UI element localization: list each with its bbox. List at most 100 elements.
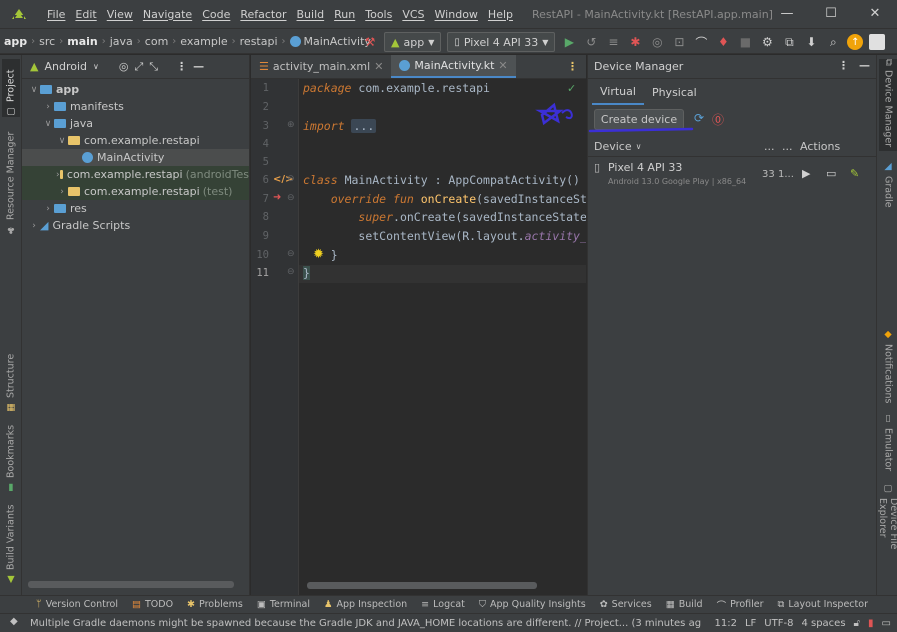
menu-file[interactable]: File	[42, 8, 70, 21]
event-log-icon[interactable]: ▭	[882, 618, 891, 629]
project-horizontal-scrollbar[interactable]	[28, 581, 234, 588]
breadcrumb-main[interactable]: main	[67, 35, 98, 48]
breadcrumb-example[interactable]: example	[180, 35, 227, 48]
menu-help[interactable]: Help	[483, 8, 518, 21]
tab-mainactivity-kt[interactable]: MainActivity.kt ✕	[391, 55, 516, 78]
options-icon[interactable]: ⋮	[176, 60, 187, 73]
tab-activity-main-xml[interactable]: ☰ activity_main.xml ✕	[251, 55, 391, 78]
breadcrumb-mainactivity[interactable]: MainActivity	[304, 35, 371, 48]
help-icon[interactable]: ⓪	[712, 111, 724, 128]
maximize-button[interactable]: ☐	[809, 0, 853, 28]
chevron-right-icon[interactable]: ›	[42, 102, 54, 112]
device-explorer-icon[interactable]: ▭	[826, 167, 836, 180]
hide-panel-icon[interactable]: —	[859, 59, 870, 72]
tool-layout-inspector[interactable]: ⧉ Layout Inspector	[778, 599, 868, 610]
tool-profiler[interactable]: ⌒ Profiler	[717, 598, 764, 612]
fold-icon[interactable]: ⊖	[287, 267, 295, 277]
menu-window[interactable]: Window	[430, 8, 483, 21]
apply-code-changes-icon[interactable]: ≡	[605, 34, 621, 50]
tool-app-inspection[interactable]: ♟ App Inspection	[324, 599, 407, 610]
tree-item-mainactivity[interactable]: MainActivity	[22, 149, 249, 166]
menu-navigate[interactable]: Navigate	[138, 8, 197, 21]
device-row[interactable]: ▯ Pixel 4 API 33 Android 13.0 Google Pla…	[588, 159, 877, 191]
update-icon[interactable]: ↑	[847, 34, 864, 50]
stripe-gradle-tab[interactable]: ◢ Gradle	[879, 161, 897, 213]
stripe-build-variants-tab[interactable]: ▲ Build Variants	[2, 501, 20, 585]
code-editor[interactable]: 1 2 3 4 5 6 7 8 9 10 11 </> ➜ ⊕ ⊖ ⊖ ⊖ ⊖ …	[251, 79, 586, 595]
tree-item-res[interactable]: › res	[22, 200, 249, 217]
close-icon[interactable]: ✕	[374, 60, 383, 73]
run-config-select[interactable]: ▲ app ▼	[384, 32, 442, 52]
fold-icon[interactable]: ⊕	[287, 120, 295, 130]
account-icon[interactable]	[869, 34, 886, 50]
attach-debugger-icon[interactable]: ⊡	[671, 34, 687, 50]
breadcrumb-src[interactable]: src	[39, 35, 55, 48]
fold-icon[interactable]: ⊖	[287, 249, 295, 259]
coverage-icon[interactable]: ◎	[649, 34, 665, 50]
chevron-right-icon[interactable]: ›	[56, 187, 68, 197]
hide-panel-icon[interactable]: —	[193, 60, 204, 73]
tool-version-control[interactable]: ᛘ Version Control	[36, 599, 118, 610]
sdk-manager-icon[interactable]: ⬇	[803, 34, 819, 50]
chevron-down-icon[interactable]: ∨	[42, 119, 54, 129]
tool-logcat[interactable]: ≡ Logcat	[421, 599, 465, 610]
menu-build[interactable]: Build	[292, 8, 330, 21]
menu-view[interactable]: View	[102, 8, 138, 21]
tool-app-quality-insights[interactable]: ⛉ App Quality Insights	[479, 599, 586, 610]
fold-icon[interactable]: ⊖	[287, 193, 295, 203]
options-icon[interactable]: ⋮	[838, 59, 849, 72]
device-manager-icon[interactable]: ⧉	[781, 34, 797, 50]
tree-item-package-test[interactable]: › com.example.restapi (test)	[22, 183, 249, 200]
launch-device-icon[interactable]: ▶	[802, 167, 810, 180]
column-header-api[interactable]: ...	[764, 140, 775, 153]
stripe-notifications-tab[interactable]: ◆ Notifications	[879, 329, 897, 403]
minimize-button[interactable]: —	[765, 0, 809, 28]
menu-tools[interactable]: Tools	[360, 8, 397, 21]
apply-changes-icon[interactable]: ↺	[583, 34, 599, 50]
search-icon[interactable]: ⌕	[825, 34, 841, 50]
breadcrumb-restapi[interactable]: restapi	[240, 35, 278, 48]
fold-icon[interactable]: ⊖	[287, 174, 295, 184]
stripe-device-manager-tab[interactable]: ⧉ Device Manager	[879, 59, 897, 151]
line-separator[interactable]: LF	[745, 618, 756, 629]
close-window-button[interactable]: ✕	[853, 0, 897, 28]
tree-item-gradle-scripts[interactable]: › ◢ Gradle Scripts	[22, 217, 249, 234]
gradle-sync-icon[interactable]: ⚙	[759, 34, 775, 50]
override-icon[interactable]: ➜	[273, 192, 281, 203]
tree-item-package[interactable]: ∨ com.example.restapi	[22, 132, 249, 149]
tree-item-manifests[interactable]: › manifests	[22, 98, 249, 115]
chevron-down-icon[interactable]: ∨	[93, 62, 99, 71]
stop-icon[interactable]: ■	[737, 34, 753, 50]
folded-imports[interactable]: ...	[351, 119, 377, 133]
tree-item-java[interactable]: ∨ java	[22, 115, 249, 132]
chevron-right-icon[interactable]: ›	[28, 221, 40, 231]
edit-device-icon[interactable]: ✎	[850, 167, 859, 180]
column-header-size[interactable]: ...	[782, 140, 793, 153]
hammer-icon[interactable]: ⚒	[362, 34, 378, 50]
stripe-project-tab[interactable]: ▢ Project	[2, 59, 20, 117]
close-icon[interactable]: ✕	[498, 59, 507, 72]
indent-setting[interactable]: 4 spaces	[801, 618, 845, 629]
expand-all-icon[interactable]: ⤢	[134, 60, 143, 74]
profiler-icon[interactable]: ⌒	[693, 34, 709, 50]
lightbulb-icon[interactable]: ✹	[313, 247, 324, 262]
collapse-all-icon[interactable]: ⤡	[149, 60, 158, 74]
status-message[interactable]: Multiple Gradle daemons might be spawned…	[0, 618, 701, 629]
chevron-down-icon[interactable]: ∨	[56, 136, 68, 146]
stripe-emulator-tab[interactable]: ▯ Emulator	[879, 413, 897, 471]
stripe-structure-tab[interactable]: ▦ Structure	[2, 351, 20, 413]
run-icon[interactable]: ▶	[561, 34, 577, 50]
menu-refactor[interactable]: Refactor	[235, 8, 291, 21]
chevron-down-icon[interactable]: ∨	[28, 85, 40, 95]
lock-icon[interactable]: 🔓︎	[854, 618, 860, 629]
tool-build[interactable]: ▦ Build	[666, 599, 703, 610]
caret-position[interactable]: 11:2	[715, 618, 737, 629]
tree-item-package-androidtest[interactable]: › com.example.restapi (androidTes	[22, 166, 249, 183]
breadcrumb-app[interactable]: app	[4, 35, 27, 48]
stripe-bookmarks-tab[interactable]: ▮ Bookmarks	[2, 425, 20, 493]
editor-options-icon[interactable]: ⋮	[567, 60, 578, 73]
sync-gradle-icon[interactable]: ♦	[715, 34, 731, 50]
memory-indicator-icon[interactable]: ▮	[868, 618, 874, 629]
chevron-right-icon[interactable]: ›	[42, 204, 54, 214]
tool-todo[interactable]: ▤ TODO	[132, 599, 173, 610]
